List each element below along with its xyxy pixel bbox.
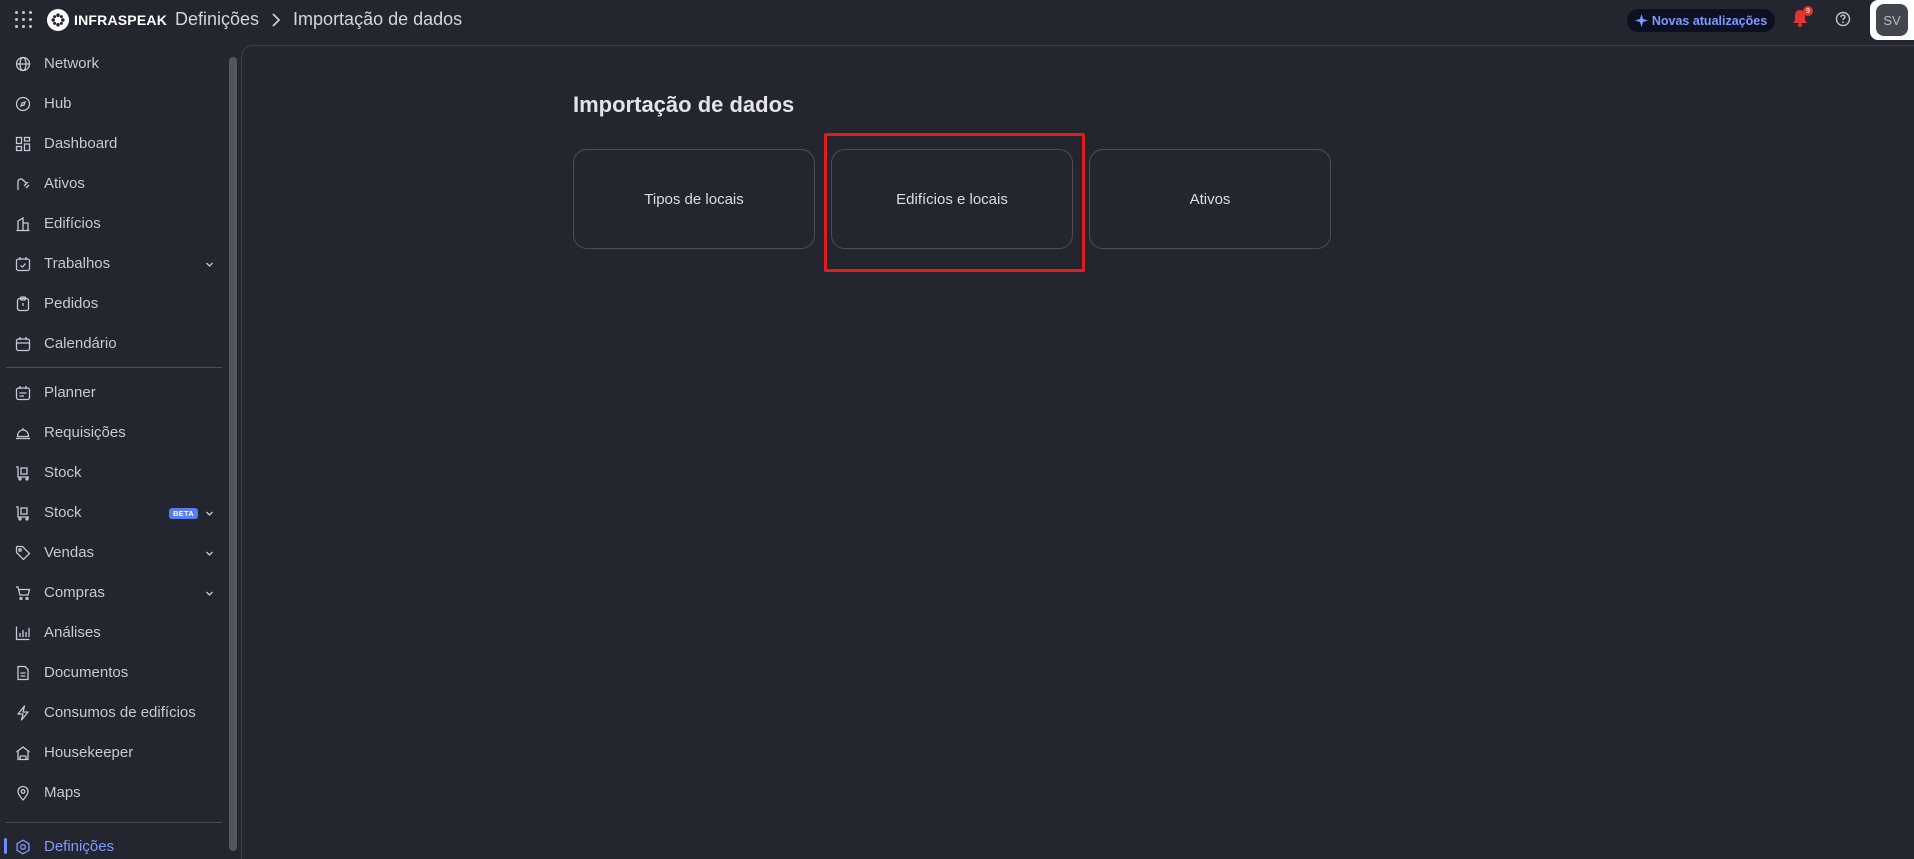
settings-icon [15, 839, 31, 855]
sidebar-item-buildings[interactable]: Edifícios [0, 206, 222, 242]
sidebar-item-label: Dashboard [44, 135, 118, 152]
sidebar-item-analytics[interactable]: Análises [0, 615, 222, 651]
breadcrumb-item-settings[interactable]: Definições [175, 9, 259, 30]
logo-mark-icon [47, 9, 69, 31]
sidebar-item-label: Hub [44, 95, 72, 112]
updates-button[interactable]: Novas atualizações [1627, 9, 1775, 32]
card-label: Tipos de locais [644, 190, 744, 208]
sidebar-item-building-consumption[interactable]: Consumos de edifícios [0, 695, 222, 731]
top-bar: INFRASPEAK Definições Importação de dado… [0, 0, 1914, 40]
sidebar-item-label: Stock [44, 464, 82, 481]
tag-icon [15, 545, 31, 561]
apps-grid-icon[interactable] [15, 11, 33, 29]
sidebar-item-purchases[interactable]: Compras [0, 575, 222, 611]
sidebar-item-label: Calendário [44, 335, 117, 352]
page-title: Importação de dados [573, 92, 795, 117]
calendar-icon [15, 336, 31, 352]
sidebar-item-requisitions[interactable]: Requisições [0, 415, 222, 451]
sidebar-item-label: Compras [44, 584, 105, 601]
work-calendar-icon [15, 256, 31, 272]
breadcrumb: Definições Importação de dados [175, 9, 462, 30]
sidebar-item-hub[interactable]: Hub [0, 86, 222, 122]
sidebar-item-settings[interactable]: Definições [0, 829, 222, 859]
globe-icon [15, 56, 31, 72]
cart-stock-icon [15, 465, 31, 481]
cart-stock-icon [15, 505, 31, 521]
clipboard-icon [15, 296, 31, 312]
sparkle-icon [1634, 14, 1648, 27]
lightning-icon [15, 705, 31, 721]
chevron-right-icon [271, 12, 281, 27]
sidebar-item-planner[interactable]: Planner [0, 375, 222, 411]
sidebar-item-label: Ativos [44, 175, 85, 192]
sidebar-item-label: Network [44, 55, 100, 72]
card-label: Ativos [1189, 190, 1231, 208]
sidebar-divider [6, 367, 222, 368]
sidebar-item-stock[interactable]: Stock [0, 455, 222, 491]
notification-badge: 9 [1803, 6, 1813, 16]
sidebar-item-network[interactable]: Network [0, 46, 222, 82]
import-card-buildings-locations[interactable]: Edifícios e locais [831, 149, 1073, 249]
sidebar-item-label: Maps [44, 784, 81, 801]
sidebar-item-label: Housekeeper [44, 744, 134, 761]
updates-label: Novas atualizações [1651, 13, 1768, 28]
sidebar-item-label: Documentos [44, 664, 129, 681]
sidebar-item-label: Requisições [44, 424, 126, 441]
card-label: Edifícios e locais [896, 190, 1008, 208]
bar-chart-icon [15, 625, 31, 641]
planner-icon [15, 385, 31, 401]
housekeeper-icon [15, 745, 31, 761]
sidebar-item-label: Planner [44, 384, 96, 401]
sidebar-item-label: Pedidos [44, 295, 99, 312]
chevron-down-icon[interactable] [205, 549, 214, 558]
map-pin-icon [15, 785, 31, 801]
chevron-down-icon[interactable] [205, 589, 214, 598]
dashboard-icon [15, 136, 31, 152]
document-icon [15, 665, 31, 681]
sidebar-item-label: Vendas [44, 544, 95, 561]
active-indicator [4, 838, 7, 854]
beta-badge: BETA [169, 508, 198, 519]
sidebar-item-sales[interactable]: Vendas [0, 535, 222, 571]
user-menu[interactable]: SV [1870, 0, 1914, 40]
shopping-cart-icon [15, 585, 31, 601]
sidebar-item-work[interactable]: Trabalhos [0, 246, 222, 282]
asset-icon [15, 176, 31, 192]
sidebar-scrollbar[interactable] [229, 57, 237, 851]
avatar: SV [1876, 4, 1908, 36]
import-card-location-types[interactable]: Tipos de locais [573, 149, 815, 249]
brand-logo[interactable]: INFRASPEAK [47, 9, 167, 31]
sidebar-item-assets[interactable]: Ativos [0, 166, 222, 202]
sidebar: Network Hub Dashboard Ativos Edifícios T… [0, 44, 236, 859]
building-icon [15, 216, 31, 232]
notifications-button[interactable]: 9 [1790, 6, 1813, 30]
content-panel [241, 45, 1914, 859]
sidebar-item-label: Edifícios [44, 215, 101, 232]
breadcrumb-item-current: Importação de dados [293, 9, 463, 29]
compass-icon [15, 96, 31, 112]
sidebar-item-label: Trabalhos [44, 255, 111, 272]
sidebar-divider [6, 822, 222, 823]
sidebar-item-label: Consumos de edifícios [44, 704, 196, 721]
sidebar-item-documents[interactable]: Documentos [0, 655, 222, 691]
sidebar-item-housekeeper[interactable]: Housekeeper [0, 735, 222, 771]
sidebar-item-label: Stock [44, 504, 82, 521]
brand-name: INFRASPEAK [74, 12, 168, 28]
chevron-down-icon[interactable] [205, 260, 214, 269]
bell-service-icon [15, 425, 31, 441]
sidebar-item-requests[interactable]: Pedidos [0, 286, 222, 322]
sidebar-item-calendar[interactable]: Calendário [0, 326, 222, 362]
sidebar-item-label: Análises [44, 624, 101, 641]
chevron-down-icon[interactable] [205, 509, 214, 518]
help-icon[interactable] [1835, 11, 1851, 27]
sidebar-item-dashboard[interactable]: Dashboard [0, 126, 222, 162]
sidebar-item-maps[interactable]: Maps [0, 775, 222, 811]
sidebar-item-label: Definições [44, 838, 115, 855]
sidebar-item-stock-beta[interactable]: Stock BETA [0, 495, 222, 531]
import-card-assets[interactable]: Ativos [1089, 149, 1331, 249]
